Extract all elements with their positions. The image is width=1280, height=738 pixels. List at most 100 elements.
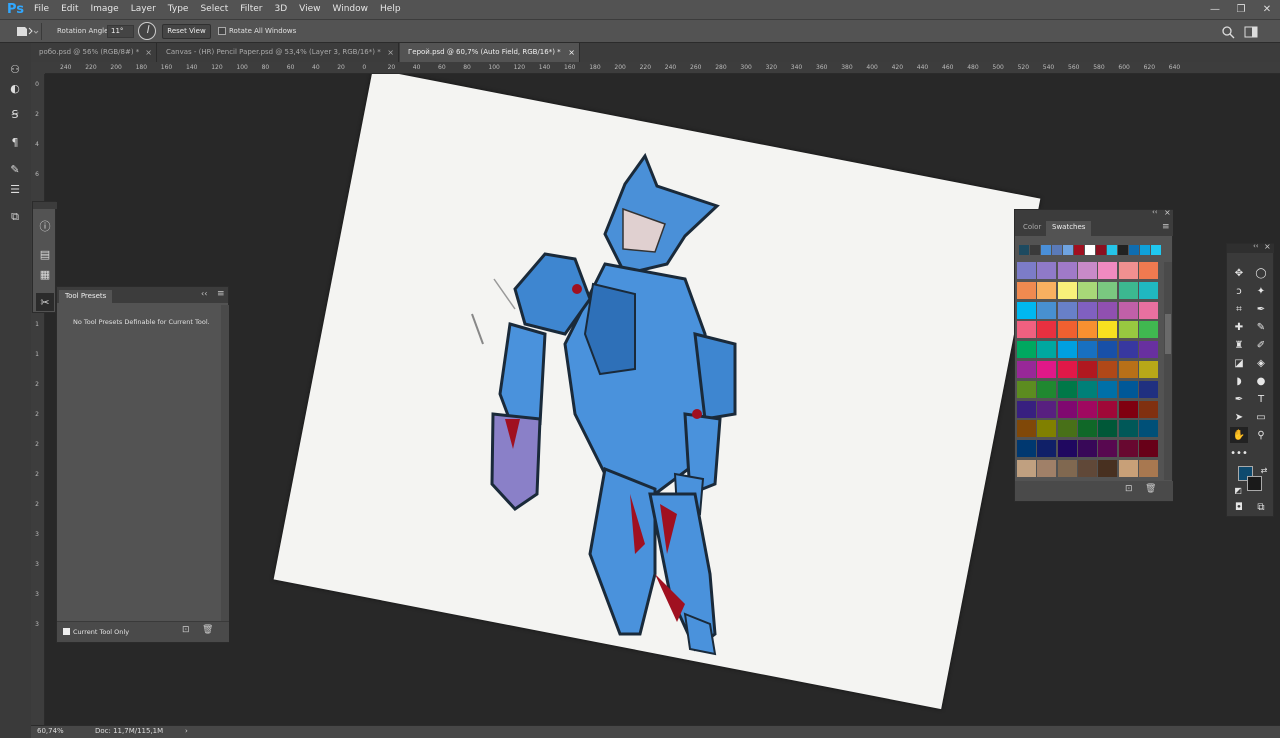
swatch[interactable] <box>1138 361 1158 378</box>
swatch[interactable] <box>1057 281 1077 299</box>
recent-swatch[interactable] <box>1063 245 1073 255</box>
lasso-tool-icon[interactable]: ↄ <box>1230 283 1248 299</box>
menu-file[interactable]: File <box>28 0 55 19</box>
healing-brush-icon[interactable]: ✚ <box>1230 319 1248 335</box>
swatch[interactable] <box>1037 262 1057 279</box>
pen-tool-icon[interactable]: ✒ <box>1230 391 1248 407</box>
swatch[interactable] <box>1017 262 1036 279</box>
swatch[interactable] <box>1057 420 1077 438</box>
notes-icon[interactable]: ▦ <box>36 265 54 283</box>
adjustments-icon[interactable]: ◐ <box>6 79 24 97</box>
menu-view[interactable]: View <box>293 0 326 19</box>
panel-menu-icon[interactable]: ≡ <box>217 289 225 299</box>
expand-icon[interactable]: ‹‹ <box>1253 242 1259 250</box>
close-button[interactable]: ✕ <box>1254 0 1280 19</box>
swatch[interactable] <box>1077 420 1097 438</box>
paragraph-icon[interactable]: ¶ <box>6 133 24 151</box>
swatch[interactable] <box>1077 321 1097 339</box>
recent-swatch[interactable] <box>1096 245 1106 255</box>
brush-tool-icon[interactable]: ✎ <box>1252 319 1270 335</box>
recent-swatch[interactable] <box>1151 245 1161 255</box>
close-icon[interactable]: × <box>1264 242 1271 251</box>
close-icon[interactable]: × <box>387 43 394 62</box>
swatch[interactable] <box>1118 281 1138 299</box>
swatch[interactable] <box>1057 341 1077 359</box>
recent-swatch[interactable] <box>1129 245 1139 255</box>
brush-settings-icon[interactable]: ✎ <box>6 160 24 178</box>
swatch[interactable] <box>1118 262 1138 279</box>
clone-stamp-icon[interactable]: ♜ <box>1230 337 1248 353</box>
eraser-tool-icon[interactable]: ◪ <box>1230 355 1248 371</box>
menu-help[interactable]: Help <box>374 0 407 19</box>
properties-icon[interactable]: ☰ <box>6 180 24 198</box>
collapse-icon[interactable]: ‹‹ <box>1152 208 1158 216</box>
zoom-level[interactable]: 60,74% <box>37 727 64 735</box>
recent-swatch[interactable] <box>1118 245 1128 255</box>
crop-tool-icon[interactable]: ⌗ <box>1230 301 1248 317</box>
ellipse-marquee-icon[interactable]: ◯ <box>1252 265 1270 281</box>
close-icon[interactable]: × <box>145 43 152 62</box>
swatch[interactable] <box>1098 321 1118 339</box>
navigator-icon[interactable]: ▤ <box>36 245 54 263</box>
swatch[interactable] <box>1017 420 1036 438</box>
rectangle-tool-icon[interactable]: ▭ <box>1252 409 1270 425</box>
swatch[interactable] <box>1037 361 1057 378</box>
swatch[interactable] <box>1037 341 1057 359</box>
swatch[interactable] <box>1057 460 1077 477</box>
tab-canvas[interactable]: Canvas - (HR) Pencil Paper.psd @ 53,4% (… <box>158 43 399 62</box>
zoom-tool-icon[interactable]: ⚲ <box>1252 427 1270 443</box>
swatch[interactable] <box>1098 301 1118 319</box>
swatch[interactable] <box>1017 341 1036 359</box>
swatch[interactable] <box>1138 341 1158 359</box>
restore-button[interactable]: ❐ <box>1228 0 1254 19</box>
swatch[interactable] <box>1077 440 1097 458</box>
tab-robo[interactable]: poбо.psd @ 56% (RGB/8#) * × <box>31 43 157 62</box>
swatch[interactable] <box>1057 301 1077 319</box>
swatch[interactable] <box>1057 380 1077 398</box>
menu-select[interactable]: Select <box>194 0 234 19</box>
panel-menu-icon[interactable]: ≡ <box>1162 222 1170 232</box>
menu-layer[interactable]: Layer <box>125 0 162 19</box>
swatch[interactable] <box>1037 420 1057 438</box>
workspace-icon[interactable] <box>1244 24 1258 38</box>
swatch[interactable] <box>1037 460 1057 477</box>
blur-tool-icon[interactable]: ◗ <box>1230 373 1248 389</box>
swatch[interactable] <box>1138 281 1158 299</box>
recent-swatch[interactable] <box>1052 245 1062 255</box>
swatch[interactable] <box>1098 460 1118 477</box>
reset-view-button[interactable]: Reset View <box>162 24 211 39</box>
swatch[interactable] <box>1098 380 1118 398</box>
swatch[interactable] <box>1118 380 1138 398</box>
recent-swatch[interactable] <box>1085 245 1095 255</box>
swatch[interactable] <box>1057 440 1077 458</box>
swatch[interactable] <box>1138 262 1158 279</box>
more-tools-icon[interactable]: ••• <box>1230 445 1248 461</box>
type-tool-icon[interactable]: T <box>1252 391 1270 407</box>
status-menu-arrow[interactable]: › <box>185 727 188 735</box>
tab-swatches[interactable]: Swatches <box>1046 221 1092 236</box>
magic-wand-icon[interactable]: ✦ <box>1252 283 1270 299</box>
scrollbar[interactable] <box>221 305 229 621</box>
recent-swatch[interactable] <box>1041 245 1051 255</box>
close-icon[interactable]: × <box>1164 208 1171 217</box>
rotation-angle-input[interactable]: 11° <box>107 25 134 38</box>
tab-color[interactable]: Color <box>1017 221 1047 234</box>
close-icon[interactable]: × <box>568 43 575 62</box>
swatch[interactable] <box>1138 380 1158 398</box>
swatch[interactable] <box>1037 400 1057 418</box>
swatch[interactable] <box>1017 361 1036 378</box>
swatch[interactable] <box>1118 400 1138 418</box>
history-brush-icon[interactable]: ✐ <box>1252 337 1270 353</box>
swatch[interactable] <box>1017 281 1036 299</box>
swatch[interactable] <box>1118 321 1138 339</box>
swatch[interactable] <box>1098 361 1118 378</box>
swatch[interactable] <box>1118 420 1138 438</box>
swatch[interactable] <box>1077 361 1097 378</box>
quick-mask-icon[interactable]: ◘ <box>1230 499 1248 515</box>
swatch[interactable] <box>1017 321 1036 339</box>
swatch[interactable] <box>1037 321 1057 339</box>
recent-swatch[interactable] <box>1074 245 1084 255</box>
menu-window[interactable]: Window <box>327 0 375 19</box>
swatch[interactable] <box>1017 301 1036 319</box>
current-tool-checkbox[interactable] <box>63 628 70 635</box>
